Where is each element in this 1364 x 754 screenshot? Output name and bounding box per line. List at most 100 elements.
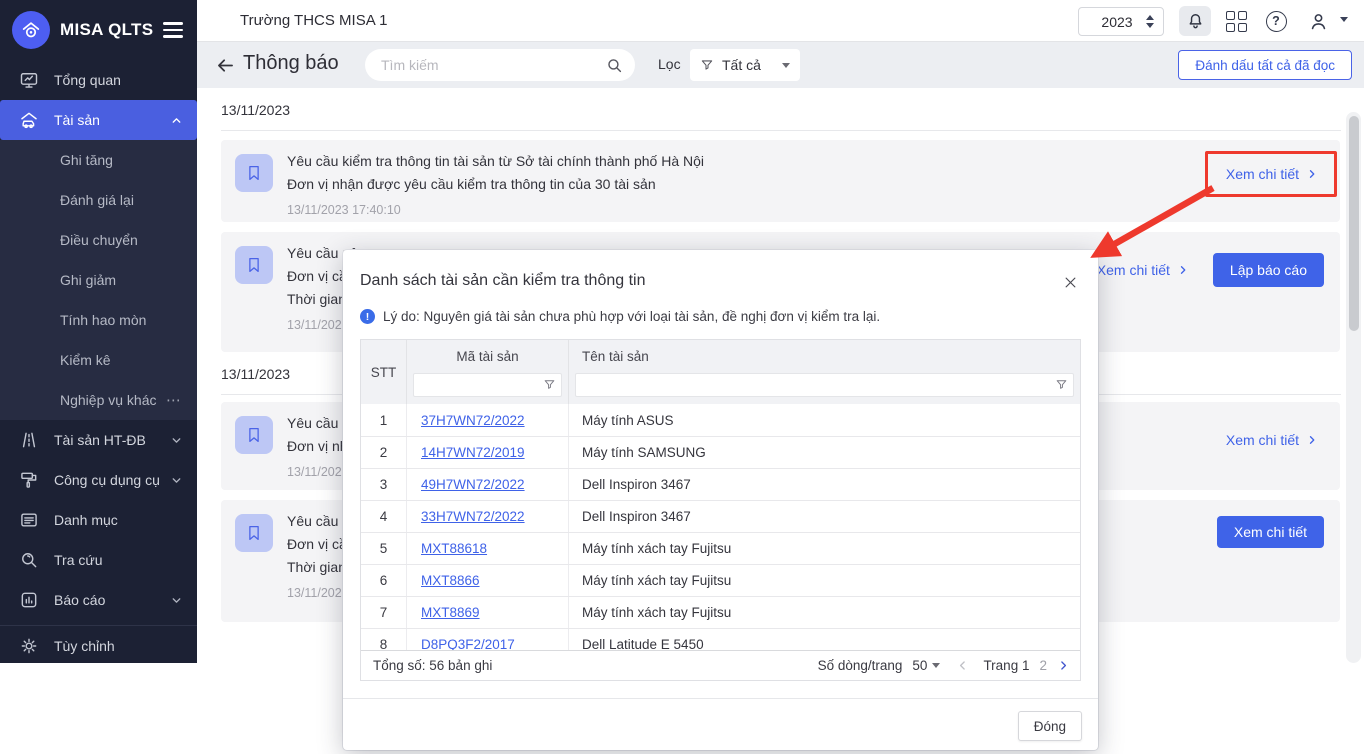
notification-line: Yêu cầu kiểm tra thông tin tài sản từ Sở… (287, 153, 705, 169)
mark-all-read-button[interactable]: Đánh dấu tất cả đã đọc (1178, 50, 1352, 80)
sidebar-item-cong-cu-dung-cu[interactable]: Công cụ dụng cụ (0, 460, 197, 500)
asset-code-link[interactable]: 37H7WN72/2022 (421, 413, 525, 428)
sidebar-item-dieu-chuyen[interactable]: Điều chuyển (0, 220, 197, 260)
modal-title: Danh sách tài sản cần kiểm tra thông tin (360, 272, 646, 289)
page-title: Thông báo (243, 52, 339, 74)
content-scrollbar-thumb[interactable] (1348, 116, 1359, 331)
cell-stt: 7 (361, 597, 407, 628)
asset-code-link[interactable]: 49H7WN72/2022 (421, 477, 525, 492)
bookmark-icon (249, 525, 259, 541)
rows-per-page-value: 50 (912, 658, 928, 673)
asset-code-link[interactable]: MXT8869 (421, 605, 480, 620)
sidebar-item-tai-san-ht-db[interactable]: Tài sản HT-ĐB (0, 420, 197, 460)
notification-timestamp: 13/11/2023 17:40:10 (287, 203, 401, 217)
year-selector[interactable]: 2023 (1078, 7, 1164, 36)
view-detail-button[interactable]: Xem chi tiết (1216, 516, 1324, 548)
sidebar-item-label: Tính hao mòn (60, 312, 147, 328)
bookmark-icon (249, 165, 259, 181)
sidebar-item-tuy-chinh[interactable]: Tùy chỉnh (0, 626, 197, 666)
road-icon (18, 429, 40, 451)
bookmark-tile (235, 416, 273, 454)
hamburger-menu-icon[interactable] (163, 22, 183, 38)
total-records: Tổng số: 56 bản ghi (373, 658, 493, 673)
asset-code-link[interactable]: 33H7WN72/2022 (421, 509, 525, 524)
chevron-right-icon (1309, 436, 1315, 444)
sidebar-item-bao-cao[interactable]: Báo cáo (0, 580, 197, 620)
asset-code-link[interactable]: D8PQ3F2/2017 (421, 637, 515, 650)
notification-card-1[interactable]: Yêu cầu kiểm tra thông tin tài sản từ Sở… (221, 140, 1340, 222)
modal-footer-divider (343, 698, 1098, 699)
sidebar-item-kiem-ke[interactable]: Kiểm kê (0, 340, 197, 380)
name-filter-input[interactable] (576, 374, 1073, 396)
sidebar-header: MISA QLTS (0, 0, 197, 60)
table-row[interactable]: 8 D8PQ3F2/2017 Dell Latitude E 5450 (361, 628, 1080, 650)
sidebar-item-ghi-tang[interactable]: Ghi tăng (0, 140, 197, 180)
sidebar-item-tong-quan[interactable]: Tổng quan (0, 60, 197, 100)
table-row[interactable]: 1 37H7WN72/2022 Máy tính ASUS (361, 404, 1080, 436)
funnel-icon[interactable] (543, 378, 556, 396)
asset-code-link[interactable]: 14H7WN72/2019 (421, 445, 525, 460)
gear-icon (18, 635, 40, 657)
user-menu-button[interactable] (1302, 6, 1334, 36)
sidebar-item-label: Tài sản HT-ĐB (54, 432, 146, 448)
apps-grid-icon (1225, 10, 1247, 32)
table-row[interactable]: 4 33H7WN72/2022 Dell Inspiron 3467 (361, 500, 1080, 532)
page-2-button[interactable]: 2 (1039, 658, 1047, 673)
report-chart-icon (18, 589, 40, 611)
table-row[interactable]: 3 49H7WN72/2022 Dell Inspiron 3467 (361, 468, 1080, 500)
content-scrollbar-track[interactable] (1346, 112, 1361, 663)
search-input[interactable] (381, 57, 606, 73)
asset-code-link[interactable]: MXT88618 (421, 541, 487, 556)
search-box[interactable] (365, 49, 635, 81)
prev-page-button[interactable] (956, 659, 969, 672)
table-row[interactable]: 7 MXT8869 Máy tính xách tay Fujitsu (361, 596, 1080, 628)
column-header-code: Mã tài sản (456, 348, 519, 364)
sidebar-item-ghi-giam[interactable]: Ghi giảm (0, 260, 197, 300)
chevron-down-icon (170, 434, 183, 447)
view-detail-link[interactable]: Xem chi tiết (1097, 262, 1189, 278)
brand-title: MISA QLTS (60, 20, 154, 39)
view-detail-link[interactable]: Xem chi tiết (1226, 166, 1318, 182)
next-page-button[interactable] (1057, 659, 1070, 672)
reason-text: Lý do: Nguyên giá tài sản chưa phù hợp v… (383, 309, 881, 324)
filter-dropdown[interactable]: Tất cả (690, 49, 800, 81)
back-button[interactable] (215, 53, 241, 77)
cell-stt: 2 (361, 437, 407, 468)
sidebar-item-tra-cuu[interactable]: Tra cứu (0, 540, 197, 580)
cell-name: Dell Inspiron 3467 (582, 509, 691, 524)
apps-grid-button[interactable] (1220, 6, 1252, 36)
modal-close-button[interactable] (1058, 270, 1082, 294)
view-detail-link[interactable]: Xem chi tiết (1226, 432, 1318, 448)
sidebar-item-danh-muc[interactable]: Danh mục (0, 500, 197, 540)
sidebar-item-tai-san[interactable]: Tài sản (0, 100, 197, 140)
table-row[interactable]: 6 MXT8866 Máy tính xách tay Fujitsu (361, 564, 1080, 596)
sidebar-item-label: Kiểm kê (60, 352, 111, 368)
sidebar-item-danh-gia-lai[interactable]: Đánh giá lại (0, 180, 197, 220)
user-caret-icon[interactable] (1340, 17, 1348, 22)
bell-icon (1189, 13, 1201, 28)
year-spinner-icon[interactable] (1146, 15, 1154, 28)
code-filter-input[interactable] (414, 374, 561, 396)
sidebar-item-nghiep-vu-khac[interactable]: Nghiệp vụ khác ⋯ (0, 380, 197, 420)
chevron-down-icon (170, 594, 183, 607)
table-row[interactable]: 5 MXT88618 Máy tính xách tay Fujitsu (361, 532, 1080, 564)
asset-code-link[interactable]: MXT8866 (421, 573, 480, 588)
misa-logo-icon[interactable] (12, 11, 50, 49)
help-button[interactable]: ? (1260, 6, 1292, 36)
paint-roller-icon (18, 469, 40, 491)
cell-name: Máy tính xách tay Fujitsu (582, 541, 732, 556)
sidebar-item-tinh-hao-mon[interactable]: Tính hao mòn (0, 300, 197, 340)
table-footer: Tổng số: 56 bản ghi Số dòng/trang 50 Tra… (361, 650, 1080, 680)
create-report-button[interactable]: Lập báo cáo (1212, 253, 1324, 287)
funnel-icon[interactable] (1055, 378, 1068, 396)
rows-per-page-select[interactable]: 50 (912, 658, 941, 673)
modal-close-footer-button[interactable]: Đóng (1017, 711, 1082, 741)
bookmark-tile (235, 154, 273, 192)
year-value: 2023 (1101, 13, 1133, 30)
code-filter-input-wrap (413, 373, 562, 397)
sidebar-item-label: Điều chuyển (60, 232, 138, 248)
name-filter-input-wrap (575, 373, 1074, 397)
notifications-bell-button[interactable] (1179, 6, 1211, 36)
table-row[interactable]: 2 14H7WN72/2019 Máy tính SAMSUNG (361, 436, 1080, 468)
search-icon[interactable] (606, 57, 623, 74)
